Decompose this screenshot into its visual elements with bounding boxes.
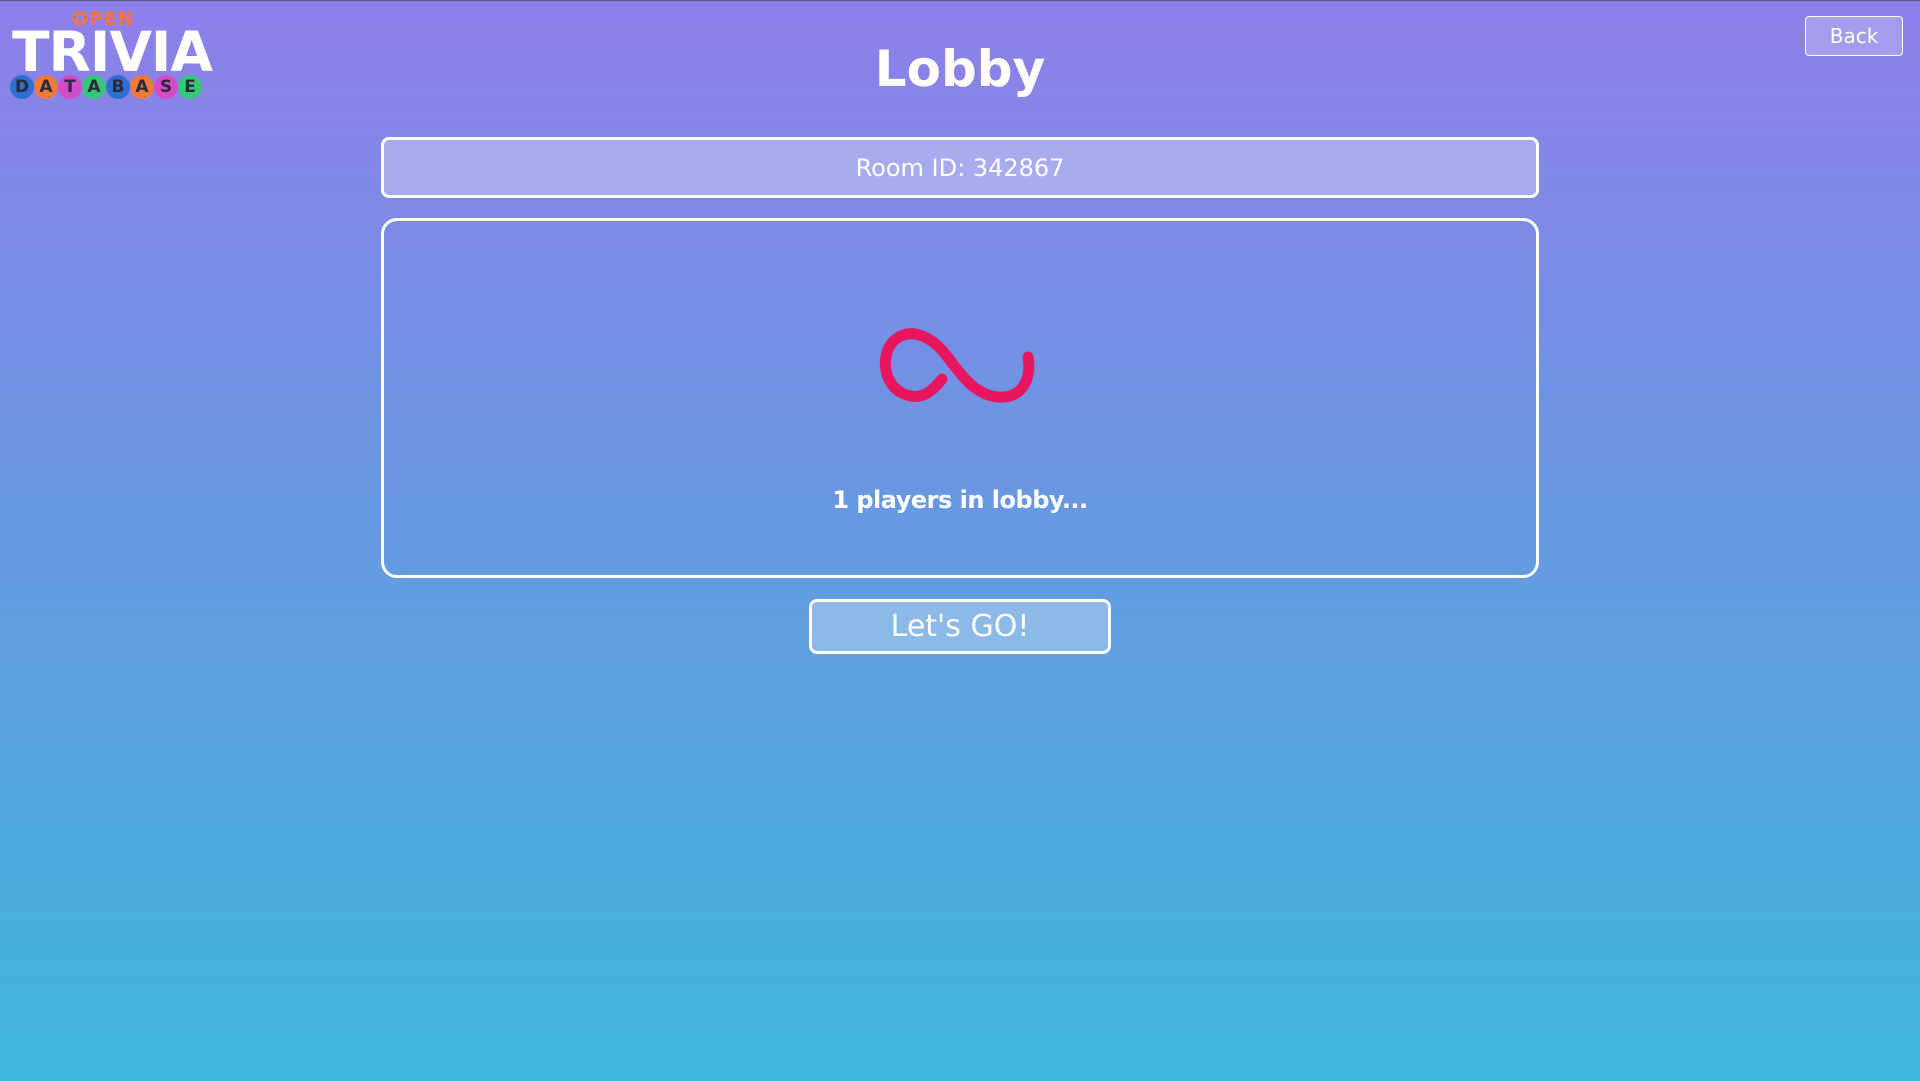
page-title: Lobby — [874, 40, 1046, 98]
lets-go-button[interactable]: Let's GO! — [809, 599, 1111, 654]
lobby-panel: 1 players in lobby... — [381, 218, 1539, 578]
infinity-loader-icon — [879, 328, 1035, 403]
players-in-lobby-status: 1 players in lobby... — [832, 486, 1088, 514]
room-id-display: Room ID: 342867 — [381, 137, 1539, 198]
top-border — [0, 0, 1920, 1]
